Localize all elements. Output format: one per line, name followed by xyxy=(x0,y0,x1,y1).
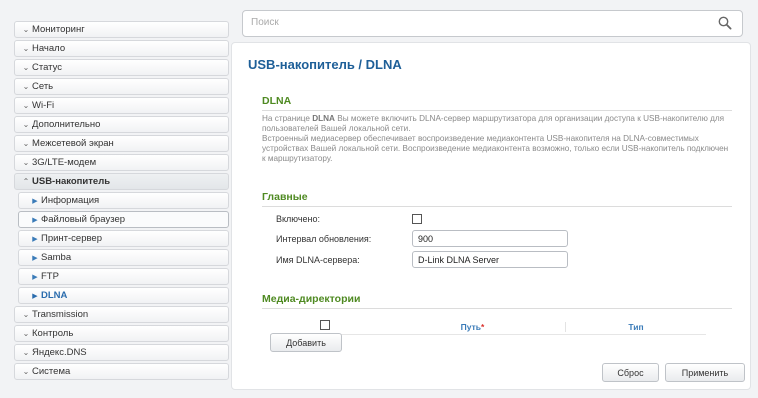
reset-button[interactable]: Сброс xyxy=(602,363,659,382)
column-header-type: Тип xyxy=(628,321,644,332)
sidebar-item-label: USB-накопитель xyxy=(32,176,111,187)
sidebar-item-5[interactable]: ⌄ Дополнительно xyxy=(14,116,229,133)
desc-bold-text: DLNA xyxy=(312,114,335,123)
page-title: USB-накопитель / DLNA xyxy=(248,57,402,72)
sidebar-item-label: Яндекс.DNS xyxy=(32,347,87,358)
interval-input[interactable] xyxy=(412,230,568,247)
search-bar[interactable] xyxy=(242,10,743,37)
sidebar-item-16[interactable]: ⌄ Контроль xyxy=(14,325,229,342)
sidebar-item-label: Wi-Fi xyxy=(32,100,55,111)
sidebar-item-label: Принт-сервер xyxy=(41,233,103,244)
column-header-path: Путь* xyxy=(380,321,566,332)
triangle-right-icon: ▶ xyxy=(32,216,38,224)
chevron-down-icon: ⌄ xyxy=(22,139,30,148)
sidebar-item-label: Начало xyxy=(32,43,66,54)
sidebar-item-label: DLNA xyxy=(41,290,68,301)
enabled-label: Включено: xyxy=(276,214,321,224)
sidebar-item-9[interactable]: ▶ Информация xyxy=(18,192,229,209)
sidebar-item-label: Файловый браузер xyxy=(41,214,126,225)
main-settings-section: Главные xyxy=(262,191,732,207)
desc-text: На странице xyxy=(262,114,313,123)
sidebar-item-label: Сеть xyxy=(32,81,54,92)
chevron-down-icon: ⌄ xyxy=(22,158,30,167)
interval-row: Интервал обновления: xyxy=(276,230,568,247)
enabled-row: Включено: xyxy=(276,214,422,224)
add-button[interactable]: Добавить xyxy=(270,333,342,352)
media-dirs-title: Медиа-директории xyxy=(262,293,732,309)
sidebar-item-4[interactable]: ⌄ Wi-Fi xyxy=(14,97,229,114)
dlna-section-title: DLNA xyxy=(262,95,732,111)
chevron-down-icon: ⌄ xyxy=(22,101,30,110)
chevron-down-icon: ⌄ xyxy=(22,367,30,376)
sidebar-item-14[interactable]: ▶ DLNA xyxy=(18,287,229,304)
sidebar-item-11[interactable]: ▶ Принт-сервер xyxy=(18,230,229,247)
sidebar-item-label: Контроль xyxy=(32,328,74,339)
sidebar-item-10[interactable]: ▶ Файловый браузер xyxy=(18,211,229,228)
sidebar-item-3[interactable]: ⌄ Сеть xyxy=(14,78,229,95)
path-header-label: Путь xyxy=(460,321,482,332)
chevron-down-icon: ⌄ xyxy=(22,63,30,72)
sidebar-item-label: 3G/LTE-модем xyxy=(32,157,97,168)
triangle-right-icon: ▶ xyxy=(32,254,38,262)
sidebar-item-15[interactable]: ⌄ Transmission xyxy=(14,306,229,323)
sidebar-item-1[interactable]: ⌄ Начало xyxy=(14,40,229,57)
chevron-down-icon: ⌄ xyxy=(22,329,30,338)
sidebar-item-label: Статус xyxy=(32,62,63,73)
sidebar-item-label: Transmission xyxy=(32,309,89,320)
server-name-input[interactable] xyxy=(412,251,568,268)
server-name-label: Имя DLNA-сервера: xyxy=(276,254,360,265)
interval-label: Интервал обновления: xyxy=(276,233,372,244)
chevron-down-icon: ⌄ xyxy=(22,348,30,357)
chevron-down-icon: ⌄ xyxy=(22,310,30,319)
sidebar-item-0[interactable]: ⌄ Мониторинг xyxy=(14,21,229,38)
triangle-right-icon: ▶ xyxy=(32,273,38,281)
chevron-down-icon: ⌄ xyxy=(22,82,30,91)
required-mark: * xyxy=(481,321,485,332)
search-icon[interactable] xyxy=(718,16,732,30)
sidebar-item-label: Система xyxy=(32,366,71,377)
dlna-description: На странице DLNA Вы можете включить DLNA… xyxy=(262,114,732,164)
main-panel: USB-накопитель / DLNA DLNA На странице D… xyxy=(231,42,751,390)
sidebar-item-12[interactable]: ▶ Samba xyxy=(18,249,229,266)
apply-button[interactable]: Применить xyxy=(665,363,745,382)
sidebar-item-18[interactable]: ⌄ Система xyxy=(14,363,229,380)
sidebar-item-17[interactable]: ⌄ Яндекс.DNS xyxy=(14,344,229,361)
media-dirs-section: Медиа-директории xyxy=(262,293,732,309)
sidebar-item-8[interactable]: ⌃ USB-накопитель xyxy=(14,173,229,190)
server-name-row: Имя DLNA-сервера: xyxy=(276,251,568,268)
sidebar-item-13[interactable]: ▶ FTP xyxy=(18,268,229,285)
triangle-right-icon: ▶ xyxy=(32,292,38,300)
desc-text: Встроенный медиасервер обеспечивает восп… xyxy=(262,134,729,163)
sidebar-nav: ⌄ Мониторинг ⌄ Начало ⌄ Статус ⌄ Сеть ⌄ Wi-Fi ⌄ Доп… xyxy=(14,21,229,382)
select-all-cell xyxy=(270,320,380,333)
sidebar-item-label: Дополнительно xyxy=(32,119,101,130)
search-input[interactable] xyxy=(251,17,691,28)
dlna-section: DLNA На странице DLNA Вы можете включить… xyxy=(262,95,732,164)
sidebar-item-label: Мониторинг xyxy=(32,24,85,35)
triangle-right-icon: ▶ xyxy=(32,197,38,205)
chevron-down-icon: ⌄ xyxy=(22,44,30,53)
sidebar-item-label: Samba xyxy=(41,252,72,263)
main-settings-title: Главные xyxy=(262,191,732,207)
chevron-down-icon: ⌄ xyxy=(22,25,30,34)
sidebar-item-7[interactable]: ⌄ 3G/LTE-модем xyxy=(14,154,229,171)
triangle-right-icon: ▶ xyxy=(32,235,38,243)
sidebar-item-label: Информация xyxy=(41,195,100,206)
select-all-checkbox[interactable] xyxy=(320,320,330,330)
chevron-down-icon: ⌄ xyxy=(22,120,30,129)
sidebar-item-6[interactable]: ⌄ Межсетевой экран xyxy=(14,135,229,152)
sidebar-item-2[interactable]: ⌄ Статус xyxy=(14,59,229,76)
chevron-up-icon: ⌃ xyxy=(22,177,30,186)
enabled-checkbox[interactable] xyxy=(412,214,422,224)
sidebar-item-label: FTP xyxy=(41,271,59,282)
sidebar-item-label: Межсетевой экран xyxy=(32,138,114,149)
